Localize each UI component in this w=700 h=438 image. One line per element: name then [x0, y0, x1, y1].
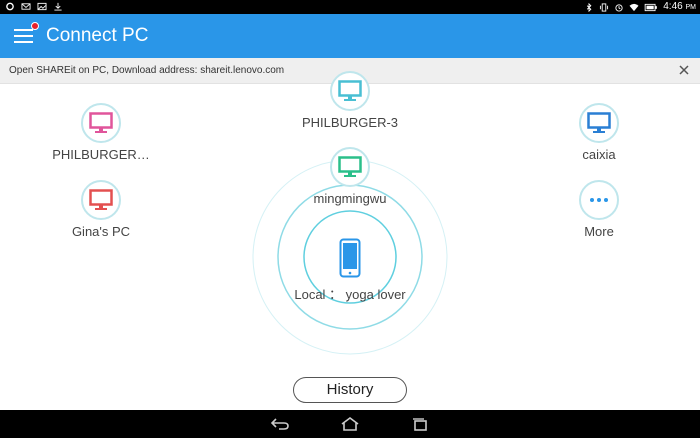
device-label: mingmingwu: [313, 191, 387, 206]
device-icon-circle: [330, 147, 370, 187]
page-title: Connect PC: [46, 25, 149, 46]
notification-dot: [31, 22, 39, 30]
device-label: PHILBURGER…: [52, 147, 150, 162]
monitor-icon: [338, 156, 362, 177]
home-icon[interactable]: [339, 416, 361, 432]
navigation-bar: [0, 410, 700, 438]
battery-icon: [644, 3, 658, 12]
device-mingmingwu[interactable]: mingmingwu: [280, 147, 420, 206]
device-icon-circle: [81, 103, 121, 143]
smartphone-icon: [339, 238, 361, 278]
device-icon-circle: [330, 71, 370, 111]
device-icon-circle: [81, 180, 121, 220]
device-label: PHILBURGER-3: [301, 115, 399, 130]
recent-apps-icon[interactable]: [409, 416, 431, 432]
history-button[interactable]: History: [293, 377, 407, 403]
hamburger-menu-icon[interactable]: [14, 22, 39, 46]
monitor-icon: [587, 112, 611, 133]
mail-icon: [21, 3, 31, 10]
app-bar: Connect PC: [0, 14, 700, 58]
monitor-icon: [338, 80, 362, 101]
more-button[interactable]: More: [529, 180, 669, 239]
device-caixia[interactable]: caixia: [529, 103, 669, 162]
wifi-icon: [629, 3, 639, 12]
image-icon: [37, 2, 47, 11]
status-bar: 4:46 PM: [0, 0, 700, 14]
local-label: Local ： yoga lover: [294, 287, 406, 302]
close-icon[interactable]: [676, 62, 692, 78]
more-icon-circle: [579, 180, 619, 220]
alarm-icon: [615, 4, 623, 12]
more-label: More: [584, 224, 614, 239]
download-icon: [54, 2, 62, 11]
device-icon-circle: [579, 103, 619, 143]
device-philburger[interactable]: PHILBURGER…: [31, 103, 171, 162]
status-time: 4:46 PM: [663, 1, 696, 12]
settings-icon: [6, 2, 14, 11]
bluetooth-icon: [587, 3, 592, 12]
device-philburger-3[interactable]: PHILBURGER-3: [280, 71, 420, 130]
device-label: caixia: [582, 147, 616, 162]
back-icon[interactable]: [269, 416, 291, 432]
vibrate-icon: [600, 3, 609, 12]
local-icon-holder: [335, 236, 365, 280]
more-dots-icon: [590, 198, 608, 202]
device-ginas-pc[interactable]: Gina's PC: [31, 180, 171, 239]
local-device: Local ： yoga lover: [270, 236, 430, 303]
device-label: Gina's PC: [71, 224, 131, 239]
monitor-icon: [89, 189, 113, 210]
banner-text: Open SHAREit on PC, Download address: sh…: [9, 65, 285, 76]
monitor-icon: [89, 112, 113, 133]
